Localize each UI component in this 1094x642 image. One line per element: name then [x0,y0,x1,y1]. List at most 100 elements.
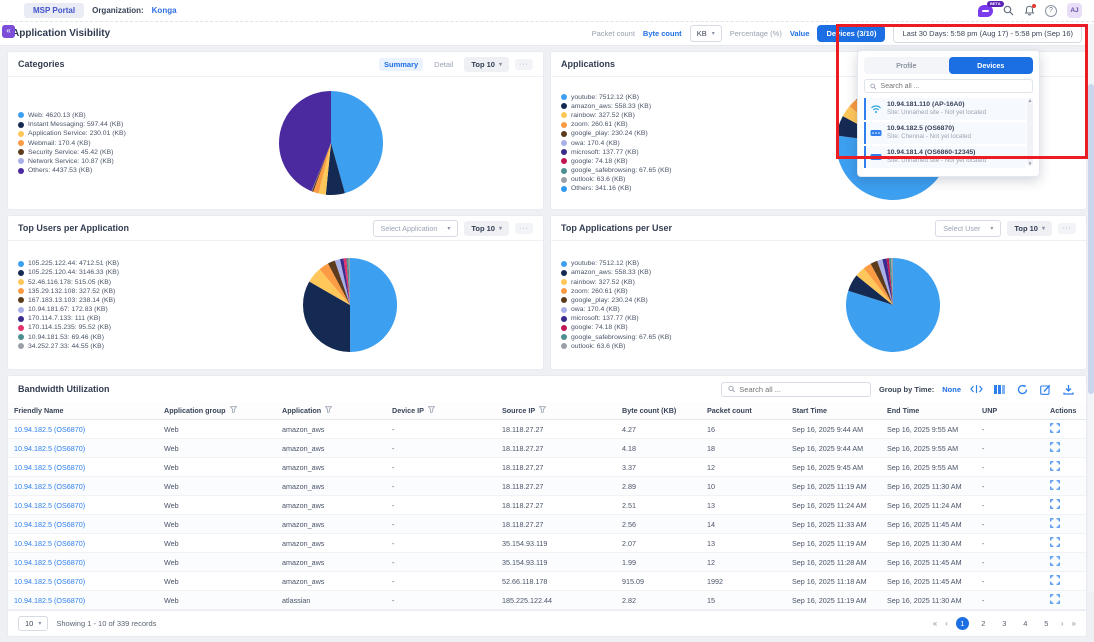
page-number-3[interactable]: 3 [998,619,1011,628]
scroll-up-icon[interactable]: ▲ [1028,98,1032,103]
page-number-4[interactable]: 4 [1019,619,1032,628]
more-options-icon[interactable]: ··· [1058,223,1076,234]
expand-row-icon[interactable] [1050,556,1060,566]
export-icon[interactable] [1061,382,1076,397]
legend-item[interactable]: 52.46.116.178: 515.05 (KB) [18,279,246,286]
legend-item[interactable]: 170.114.15.235: 95.52 (KB) [18,324,246,331]
edit-columns-icon[interactable] [1038,382,1053,397]
device-list-item[interactable]: 10.94.181.110 (AP-16A0)Site: Unnamed sit… [864,98,1026,120]
legend-item[interactable]: 34.252.27.33: 44.55 (KB) [18,343,246,350]
legend-item[interactable]: 105.225.122.44: 4712.51 (KB) [18,260,246,267]
organization-name-link[interactable]: Konga [152,6,177,15]
pie-slice[interactable] [350,258,397,352]
legend-item[interactable]: owa: 170.4 (KB) [561,140,789,147]
column-header-application-group[interactable]: Application group [158,402,276,420]
friendly-name-link[interactable]: 10.94.182.5 (OS6870) [8,439,158,458]
column-header-byte-count-kb-[interactable]: Byte count (KB) [616,402,701,420]
legend-item[interactable]: Security Service: 45.42 (KB) [18,149,246,156]
filter-funnel-icon[interactable] [428,406,435,415]
legend-item[interactable]: microsoft: 137.77 (KB) [561,315,789,322]
unit-select[interactable]: KB ▾ [690,25,722,42]
column-header-friendly-name[interactable]: Friendly Name [8,402,158,420]
legend-item[interactable]: rainbow: 327.52 (KB) [561,112,789,119]
scroll-down-icon[interactable]: ▼ [1028,161,1032,166]
legend-item[interactable]: google: 74.18 (KB) [561,158,789,165]
friendly-name-link[interactable]: 10.94.182.5 (OS6870) [8,496,158,515]
device-list-item[interactable]: 10.94.182.5 (OS6870)Site: Chennai - Not … [864,122,1026,144]
legend-item[interactable]: youtube: 7512.12 (KB) [561,260,789,267]
filter-funnel-icon[interactable] [539,406,546,415]
device-list-item[interactable]: 10.94.181.4 (OS6860-12345)Site: Unnamed … [864,146,1026,168]
previous-page-icon[interactable]: ‹ [945,619,948,628]
expand-row-icon[interactable] [1050,575,1060,585]
page-number-2[interactable]: 2 [977,619,990,628]
filter-funnel-icon[interactable] [428,406,435,413]
legend-item[interactable]: 135.29.132.108: 327.52 (KB) [18,288,246,295]
legend-item[interactable]: outlook: 63.6 (KB) [561,343,789,350]
tab-profile[interactable]: Profile [864,57,949,74]
friendly-name-link[interactable]: 10.94.182.5 (OS6870) [8,515,158,534]
page-size-select[interactable]: 10 ▾ [18,616,48,631]
legend-item[interactable]: google_play: 230.24 (KB) [561,130,789,137]
legend-item[interactable]: 105.225.120.44: 3146.33 (KB) [18,269,246,276]
expand-row-icon[interactable] [1050,537,1060,547]
column-header-end-time[interactable]: End Time [881,402,976,420]
search-icon[interactable] [1003,5,1014,16]
categories-pie-chart[interactable] [278,90,384,196]
table-search-box[interactable] [721,382,871,397]
user-avatar[interactable]: AJ [1067,3,1082,18]
legend-item[interactable]: zoom: 260.61 (KB) [561,288,789,295]
column-header-application[interactable]: Application [276,402,386,420]
expand-row-icon[interactable] [1050,499,1060,509]
date-range-picker[interactable]: Last 30 Days: 5:58 pm (Aug 17) - 5:58 pm… [893,24,1082,43]
legend-item[interactable]: zoom: 260.61 (KB) [561,121,789,128]
legend-item[interactable]: owa: 170.4 (KB) [561,306,789,313]
column-header-unp[interactable]: UNP [976,402,1044,420]
refresh-icon[interactable] [1015,382,1030,397]
legend-item[interactable]: Webmail: 170.4 (KB) [18,140,246,147]
tab-devices[interactable]: Devices [949,57,1034,74]
select-application-dropdown[interactable]: Select Application ▾ [373,220,459,237]
help-icon[interactable]: ? [1045,5,1057,17]
next-page-icon[interactable]: › [1061,619,1064,628]
page-scrollbar[interactable] [1088,24,1094,592]
friendly-name-link[interactable]: 10.94.182.5 (OS6870) [8,420,158,439]
legend-item[interactable]: amazon_aws: 558.33 (KB) [561,269,789,276]
expand-row-icon[interactable] [1050,518,1060,528]
detail-toggle[interactable]: Detail [429,58,458,71]
legend-item[interactable]: 170.114.7.133: 111 (KB) [18,315,246,322]
filter-funnel-icon[interactable] [325,406,332,415]
top_apps-pie-chart[interactable] [845,257,941,353]
value-toggle[interactable]: Value [790,29,810,38]
legend-item[interactable]: Instant Messaging: 597.44 (KB) [18,121,246,128]
table-search-input[interactable] [739,385,864,394]
summary-toggle[interactable]: Summary [379,58,423,71]
byte-count-toggle[interactable]: Byte count [643,29,682,38]
legend-item[interactable]: Others: 341.16 (KB) [561,185,789,192]
friendly-name-link[interactable]: 10.94.182.5 (OS6870) [8,458,158,477]
notifications-bell-icon[interactable] [1024,5,1035,16]
friendly-name-link[interactable]: 10.94.182.5 (OS6870) [8,534,158,553]
page-number-5[interactable]: 5 [1040,619,1053,628]
column-header-packet-count[interactable]: Packet count [701,402,786,420]
device-list-scrollbar[interactable]: ▲▼ [1027,98,1033,166]
expand-row-icon[interactable] [1050,461,1060,471]
first-page-icon[interactable]: « [933,619,937,628]
top-10-dropdown[interactable]: Top 10 ▾ [464,57,509,72]
chat-assistant-icon[interactable]: BETA [978,5,993,17]
legend-item[interactable]: google: 74.18 (KB) [561,324,789,331]
column-header-source-ip[interactable]: Source IP [496,402,616,420]
expand-row-icon[interactable] [1050,480,1060,490]
device-search-box[interactable] [864,79,1033,93]
devices-filter-button[interactable]: Devices (3/10) [817,25,885,42]
percentage-toggle[interactable]: Percentage (%) [730,29,782,38]
column-header-actions[interactable]: Actions [1044,402,1086,420]
friendly-name-link[interactable]: 10.94.182.5 (OS6870) [8,572,158,591]
legend-item[interactable]: Others: 4437.53 (KB) [18,167,246,174]
packet-count-toggle[interactable]: Packet count [592,29,635,38]
friendly-name-link[interactable]: 10.94.182.5 (OS6870) [8,477,158,496]
top-10-dropdown[interactable]: Top 10 ▾ [1007,221,1052,236]
column-header-start-time[interactable]: Start Time [786,402,881,420]
expand-row-icon[interactable] [1050,442,1060,452]
fit-columns-icon[interactable] [969,382,984,397]
